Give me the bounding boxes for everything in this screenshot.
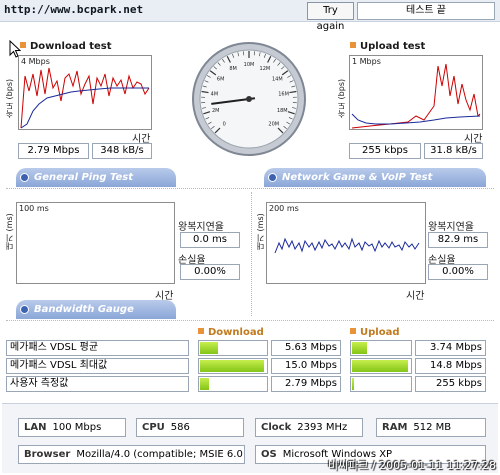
download-bar-track: [198, 376, 268, 392]
download-chart: [20, 67, 150, 129]
bandwidth-row-label: 메가패스 VDSL 평균: [6, 340, 189, 356]
gauge-tick-label: 2M: [212, 108, 220, 114]
upload-graph: 1 Mbps: [349, 55, 483, 130]
game-scale: 200 ms: [269, 204, 299, 213]
ping-loss-value: 0.00%: [180, 264, 240, 280]
upload-bar-fill: [352, 342, 367, 354]
download-value: 5.63 Mbps: [271, 340, 341, 356]
download-title: Download test: [20, 41, 112, 52]
ping-graph: 100 ms: [16, 202, 175, 284]
speed-test-window: http://www.bcpark.net Try again 테스트 끝 Do…: [0, 0, 500, 475]
upload-kbps-value: 255 kbps: [349, 143, 421, 159]
upload-value: 255 kbps: [415, 376, 486, 392]
bandwidth-download-head: Download: [198, 327, 264, 338]
game-latency-value: 82.9 ms: [428, 232, 488, 248]
upload-bar-track: [350, 376, 412, 392]
gauge-tick-label: 8M: [229, 66, 237, 72]
gauge-hub: [246, 96, 252, 102]
download-value: 2.79 Mbps: [271, 376, 341, 392]
download-mbps-value: 2.79 Mbps: [18, 143, 89, 159]
browser-info: Browser Mozilla/4.0 (compatible; MSIE 6.0: [18, 445, 245, 464]
section-divider: [6, 188, 494, 189]
header-bar: http://www.bcpark.net Try again 테스트 끝: [0, 0, 500, 32]
tab-general-ping-test[interactable]: General Ping Test: [16, 168, 176, 187]
download-bar-track: [198, 358, 268, 374]
gauge-tick-label: 4M: [211, 92, 219, 98]
upload-value: 3.74 Mbps: [415, 340, 486, 356]
game-y-axis-label: 대기 (ms): [256, 213, 265, 250]
game-time-label: 시간: [406, 291, 425, 302]
gauge-tick-label: 10M: [244, 62, 255, 68]
section-vertical-divider: [251, 192, 252, 316]
tab-network-game-voip-test[interactable]: Network Game & VoIP Test: [264, 168, 486, 187]
upload-kbs-value: 31.8 kB/s: [424, 143, 483, 159]
gauge-tick-label: 14M: [272, 76, 283, 82]
ping-scale: 100 ms: [19, 204, 49, 213]
gauge-tick-label: 16M: [278, 92, 289, 98]
ping-tab-bullet-icon: [20, 173, 29, 182]
download-bar-track: [198, 340, 268, 356]
bandwidth-row-label: 사용자 측정값: [6, 376, 189, 392]
game-graph: 200 ms: [266, 202, 426, 284]
bw-download-dot-icon: [198, 328, 204, 334]
upload-bar-fill: [352, 360, 408, 372]
ping-latency-label: 왕복지연율: [178, 222, 224, 233]
game-loss-value: 0.00%: [428, 264, 488, 280]
lan-info: LAN 100 Mbps: [18, 418, 126, 437]
upload-chart: [351, 63, 481, 129]
download-value: 15.0 Mbps: [271, 358, 341, 374]
bw-upload-dot-icon: [350, 328, 356, 334]
upload-title: Upload test: [350, 41, 425, 52]
download-graph: 4 Mbps: [18, 55, 152, 130]
gauge-tick-label: 18M: [277, 108, 288, 114]
try-again-button[interactable]: Try again: [307, 2, 354, 32]
upload-value: 14.8 Mbps: [415, 358, 486, 374]
game-chart: [274, 237, 420, 254]
download-scale: 4 Mbps: [21, 57, 50, 66]
clock-info: Clock 2393 MHz: [255, 418, 363, 437]
bandwidth-tab-bullet-icon: [20, 305, 29, 314]
upload-bar-track: [350, 358, 412, 374]
ram-info: RAM 512 MB: [376, 418, 486, 437]
upload-y-axis-label: 속도 (bps): [337, 78, 346, 118]
tab-bandwidth-gauge[interactable]: Bandwidth Gauge: [16, 300, 176, 319]
speed-gauge: 0 2M 4M 6M 8M 10M 12M14M 16M 18M 20M: [192, 42, 306, 156]
gauge-tick-label: 20M: [268, 122, 279, 128]
download-bar-fill: [200, 342, 218, 354]
ping-latency-value: 0.0 ms: [180, 232, 240, 248]
gauge-tick-label: 6M: [217, 76, 225, 82]
download-bar-fill: [200, 360, 264, 372]
game-latency-label: 왕복지연율: [428, 222, 474, 233]
site-url: http://www.bcpark.net: [4, 3, 144, 16]
upload-bar-track: [350, 340, 412, 356]
cpu-info: CPU 586: [136, 418, 244, 437]
bandwidth-row-label: 메가패스 VDSL 최대값: [6, 358, 189, 374]
ping-y-axis-label: 대기 (ms): [5, 213, 14, 250]
bandwidth-upload-head: Upload: [350, 327, 399, 338]
download-bar-fill: [200, 378, 209, 390]
watermark: 비씨파크 / 2005-01-11 11:27:28: [327, 459, 496, 472]
gauge-tick-label: 0: [223, 122, 226, 128]
gauge-tick-label: 12M: [260, 66, 271, 72]
upload-bar-fill: [352, 378, 354, 390]
download-y-axis-label: 속도 (bps): [5, 78, 14, 118]
upload-dot-icon: [350, 42, 356, 48]
download-dot-icon: [20, 42, 26, 48]
download-kbs-value: 348 kB/s: [92, 143, 152, 159]
game-tab-bullet-icon: [268, 173, 277, 182]
bandwidth-divider: [6, 320, 494, 321]
upload-scale: 1 Mbps: [352, 57, 381, 66]
test-status-field: 테스트 끝: [357, 2, 495, 20]
